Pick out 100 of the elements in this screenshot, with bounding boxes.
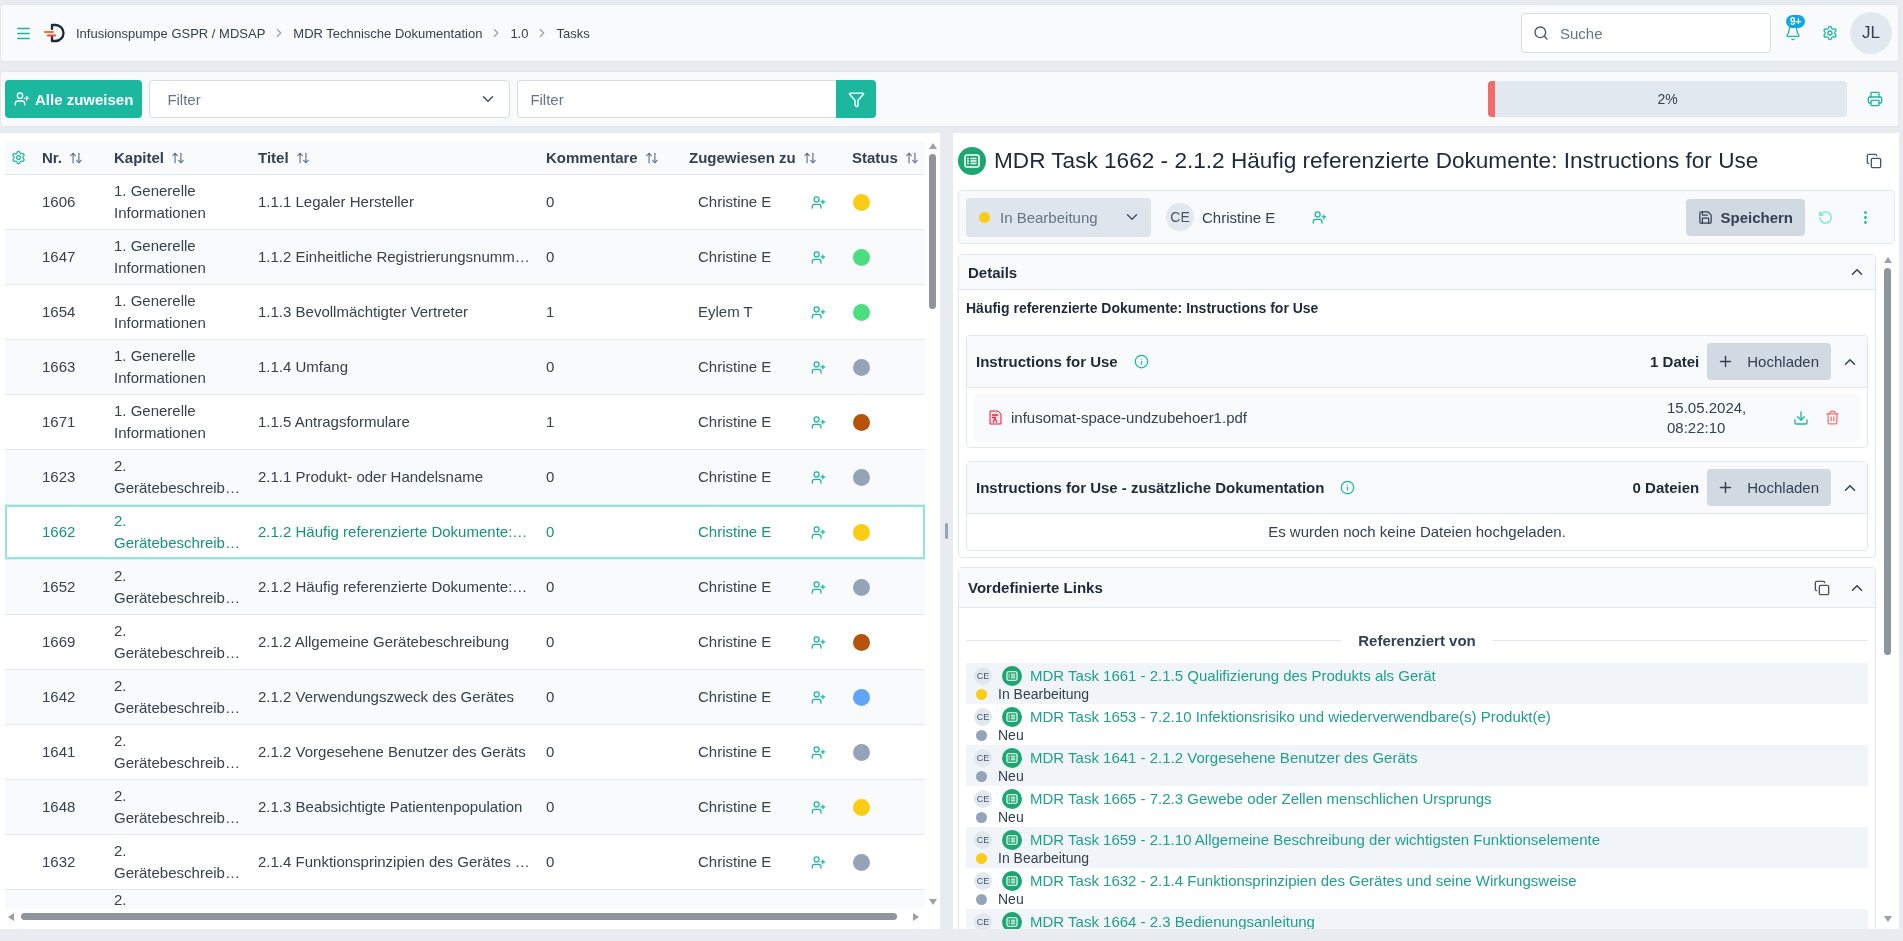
sort-icon [69,150,83,165]
column-header[interactable]: Status [846,149,925,166]
info-icon[interactable] [1340,480,1356,495]
table-cell-text: 1623 [41,467,77,487]
table-cell-text: 2. Gerätebeschreib… [113,731,241,773]
user-plus-icon[interactable] [811,469,826,485]
user-plus-icon [14,91,30,107]
user-plus-icon[interactable] [811,689,826,705]
filter-button[interactable] [836,80,877,118]
copy-icon[interactable] [1866,152,1882,169]
user-avatar: CE [974,748,992,767]
table-cell-text: 2.1.2 Häufig referenzierte Dokumente:… [257,577,529,597]
user-plus-icon[interactable] [811,524,826,540]
sort-icon [171,150,185,165]
table-cell-text: 0 [545,687,556,707]
table-cell-text: 2. Gerätebeschreib… [113,621,241,663]
column-header[interactable]: Kommentare [540,149,683,166]
user-plus-icon[interactable] [1312,209,1328,225]
table-row[interactable]: 1647 1. Generelle Informationen 1.1.2 Einheitliche Registrierungsnumm… 0 Christine E [5,230,925,285]
settings-icon[interactable] [10,150,26,165]
print-icon[interactable] [1867,91,1883,107]
status-select[interactable]: In Bearbeitung [966,197,1151,237]
bell-icon[interactable] [1785,25,1801,41]
scrollbar-thumb[interactable] [929,154,936,309]
user-plus-icon[interactable] [811,249,826,265]
scroll-right-arrow-icon[interactable] [913,913,919,921]
breadcrumb-link[interactable]: 1.0 [510,25,529,41]
scroll-down-arrow-icon[interactable] [928,899,937,905]
save-button[interactable]: Speichern [1686,198,1805,236]
table-cell-text: 1662 [41,522,77,542]
table-row[interactable]: 1648 2. Gerätebeschreib… 2.1.3 Beabsichtigte Patientenpopulation 0 Christine E [5,780,925,835]
copy-icon[interactable] [1814,579,1830,596]
table-row[interactable]: 2. [5,890,925,909]
scrollbar-thumb[interactable] [21,913,897,920]
search-icon [1533,25,1549,41]
user-plus-icon[interactable] [811,799,826,815]
list-icon [1002,665,1022,686]
file-name[interactable]: infusomat-space-undzubehoer1.pdf [1011,409,1247,426]
user-plus-icon[interactable] [811,854,826,870]
settings-icon[interactable] [1822,25,1838,41]
empty-message: Es wurden noch keine Dateien hochgeladen. [1267,522,1567,542]
column-header[interactable]: Nr. [31,149,108,166]
user-avatar: CE [974,789,992,808]
assignee-name: Christine E [1202,208,1276,226]
table-cell-text: 2.1.4 Funktionsprinzipien des Gerätes … [257,852,531,872]
notification-count: 9+ [1786,15,1806,28]
table-row[interactable]: 1652 2. Gerätebeschreib… 2.1.2 Häufig referenzierte Dokumente:… 0 Christine E [5,560,925,615]
scroll-up-arrow-icon[interactable] [928,143,937,149]
breadcrumb-link[interactable]: Infusionspumpe GSPR / MDSAP [76,25,266,41]
breadcrumb-link[interactable]: MDR Technische Dokumentation [293,25,483,41]
scroll-left-arrow-icon[interactable] [8,913,14,921]
undo-icon[interactable] [1818,209,1833,225]
table-cell-text: 1. Generelle Informationen [113,401,207,443]
logo-icon[interactable] [43,21,67,45]
user-plus-icon[interactable] [811,414,826,430]
pdf-file-icon [989,410,1002,425]
status-label: Neu [998,809,1024,825]
table-cell-text: 1 [545,412,556,432]
table-cell-text: Christine E [697,577,773,597]
file-count: 1 Datei [1650,353,1700,370]
scroll-down-arrow-icon[interactable] [1883,916,1892,922]
table-cell-text: 0 [545,577,556,597]
user-plus-icon[interactable] [811,579,826,595]
file-date: 15.05.2024, 08:22:10 [1667,397,1748,438]
divider-label: Referenziert von [1358,631,1476,649]
download-icon[interactable] [1793,409,1809,426]
filter-select[interactable]: Filter [149,80,511,118]
filter-input[interactable]: Filter [517,80,837,118]
table-row[interactable]: 1663 1. Generelle Informationen 1.1.4 Umfang 0 Christine E [5,340,925,395]
column-header[interactable]: Kapitel [108,149,252,166]
user-avatar[interactable]: JL [1850,12,1892,54]
table-cell-text: 2. Gerätebeschreib… [113,786,241,828]
upload-button[interactable]: Hochladen [1707,343,1831,380]
table-cell-text: 2.1.2 Verwendungszweck des Gerätes [257,687,515,707]
column-header[interactable]: Titel [252,149,540,166]
user-plus-icon[interactable] [811,634,826,650]
table-cell-text: 0 [545,357,556,377]
table-row[interactable]: 1662 2. Gerätebeschreib… 2.1.2 Häufig referenzierte Dokumente:… 0 Christine E [5,505,925,560]
task-title: MDR Task 1662 - 2.1.2 Häufig referenzierte Dokumente: Instructions for Use [994,147,1759,174]
column-header[interactable]: Zugewiesen zu [683,149,846,166]
user-avatar: CE [974,830,992,849]
splitter-handle[interactable] [945,523,948,539]
table-cell-text: 0 [545,192,556,212]
status-label: Neu [998,891,1024,907]
search-field[interactable]: Suche [1521,13,1771,53]
user-plus-icon[interactable] [811,744,826,760]
user-plus-icon[interactable] [811,359,826,375]
user-plus-icon[interactable] [811,194,826,210]
user-plus-icon[interactable] [811,304,826,320]
table-row[interactable]: 1623 2. Gerätebeschreib… 2.1.1 Produkt- oder Handelsname 0 Christine E [5,450,925,505]
scroll-up-arrow-icon[interactable] [1883,257,1892,263]
upload-button[interactable]: Hochladen [1707,469,1831,506]
table-cell-text: Christine E [697,687,773,707]
trash-icon[interactable] [1825,410,1840,425]
table-cell-text: Christine E [697,467,773,487]
list-icon [958,146,986,175]
file-count: 0 Dateien [1632,479,1700,496]
info-icon[interactable] [1133,354,1149,369]
scrollbar-thumb[interactable] [1884,268,1891,655]
table-row[interactable]: 1642 2. Gerätebeschreib… 2.1.2 Verwendungszweck des Gerätes 0 Christine E [5,670,925,725]
